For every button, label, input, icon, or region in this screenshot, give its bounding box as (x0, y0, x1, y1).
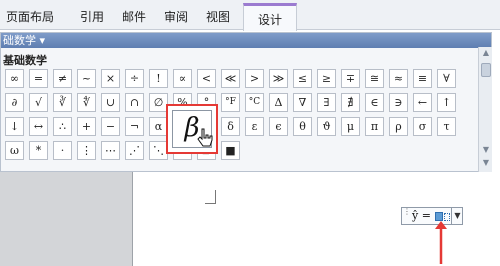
tab-mailings[interactable]: 邮件 (122, 8, 146, 25)
drag-handle-icon[interactable]: ⋮ (403, 208, 411, 222)
symbol-button[interactable]: ∇ (293, 93, 312, 112)
symbol-button[interactable]: − (101, 117, 120, 136)
page-edge (132, 172, 133, 266)
symbol-button[interactable]: * (29, 141, 48, 160)
tab-design[interactable]: 设计 (243, 3, 298, 31)
symbol-button[interactable]: ≠ (53, 69, 72, 88)
margin-corner-mark (205, 190, 216, 204)
ribbon-tab-bar: 页面布局 引用 邮件 审阅 视图 设计 (0, 0, 500, 31)
symbol-button[interactable]: ∀ (437, 69, 456, 88)
symbol-button[interactable]: ↓ (5, 117, 24, 136)
symbol-button[interactable]: ⋯ (101, 141, 120, 160)
symbol-button[interactable]: · (53, 141, 72, 160)
symbol-button[interactable]: ← (413, 93, 432, 112)
symbol-button[interactable]: ↑ (437, 93, 456, 112)
equation-text[interactable]: ŷ = (412, 209, 431, 222)
symbol-button[interactable]: π (365, 117, 384, 136)
symbol-button[interactable]: ~ (77, 69, 96, 88)
symbol-section-title: 基础数学 (3, 54, 47, 67)
symbol-gallery-panel: 础数学 ▾ 基础数学 ∞ = ≠ ~ × ÷! ∝ < ≪ > ≫ ≤ ≥ ∓ ≅ ≈ ≡ ∀ ∂ √ ∛ ∜ ∪ ∩ ∅% ° °… (0, 32, 492, 172)
symbol-button[interactable]: ϑ (317, 117, 336, 136)
symbol-button[interactable]: √ (29, 93, 48, 112)
symbol-button[interactable]: ϵ (269, 117, 288, 136)
symbol-button[interactable]: Δ (269, 93, 288, 112)
symbol-button[interactable]: ∝ (173, 69, 192, 88)
symbol-button[interactable]: ε (245, 117, 264, 136)
symbol-button[interactable]: ∞ (5, 69, 24, 88)
scroll-thumb[interactable] (481, 63, 491, 77)
symbol-button[interactable]: × (101, 69, 120, 88)
symbol-category-label: 础数学 (3, 34, 36, 47)
symbol-button[interactable]: ∜ (77, 93, 96, 112)
symbol-button[interactable]: ÷ (125, 69, 144, 88)
tab-review[interactable]: 审阅 (164, 8, 188, 25)
symbol-button[interactable]: μ (341, 117, 360, 136)
symbol-button[interactable]: > (245, 69, 264, 88)
symbol-button[interactable]: θ (293, 117, 312, 136)
symbol-button[interactable]: ∈ (365, 93, 384, 112)
symbol-button[interactable]: ≈ (389, 69, 408, 88)
symbol-button[interactable]: < (197, 69, 216, 88)
symbol-button[interactable]: ∄ (341, 93, 360, 112)
hand-cursor-icon (197, 128, 213, 147)
symbol-button[interactable]: ≅ (365, 69, 384, 88)
tab-page-layout[interactable]: 页面布局 (6, 8, 54, 25)
scroll-up-icon[interactable]: ▲ (481, 48, 491, 57)
symbol-button[interactable]: τ (437, 117, 456, 136)
tab-view[interactable]: 视图 (206, 8, 230, 25)
symbol-button[interactable]: σ (413, 117, 432, 136)
symbol-magnifier: β (166, 104, 218, 154)
symbol-button[interactable]: ⋰ (125, 141, 144, 160)
symbol-button[interactable]: ∓ (341, 69, 360, 88)
symbol-button[interactable]: ! (149, 69, 168, 88)
gallery-scrollbar[interactable]: ▲ ▼ ▼ (478, 47, 492, 172)
equation-object[interactable]: ⋮ ŷ = ▼ (401, 207, 463, 225)
symbol-button[interactable]: ⋮ (77, 141, 96, 160)
symbol-button[interactable]: ∂ (5, 93, 24, 112)
equation-options-chevron-icon[interactable]: ▼ (451, 208, 463, 224)
symbol-button[interactable]: ∃ (317, 93, 336, 112)
symbol-button[interactable]: ω (5, 141, 24, 160)
symbol-button[interactable]: ≤ (293, 69, 312, 88)
symbol-button[interactable]: ≪ (221, 69, 240, 88)
symbol-category-selector[interactable]: 础数学 ▾ (1, 33, 491, 48)
symbol-button[interactable]: ≡ (413, 69, 432, 88)
symbol-button[interactable]: ρ (389, 117, 408, 136)
symbol-button[interactable]: ∩ (125, 93, 144, 112)
scroll-down-icon[interactable]: ▼ (481, 145, 491, 154)
symbol-button[interactable]: ∪ (101, 93, 120, 112)
symbol-button[interactable]: ∛ (53, 93, 72, 112)
chevron-down-icon: ▾ (39, 34, 46, 47)
document-gutter (0, 172, 132, 266)
symbol-button[interactable]: ≫ (269, 69, 288, 88)
symbol-button[interactable]: °C (245, 93, 264, 112)
symbol-button[interactable]: ∴ (53, 117, 72, 136)
symbol-button[interactable]: = (29, 69, 48, 88)
symbol-button[interactable]: ¬ (125, 117, 144, 136)
red-arrow-indicator-icon (435, 221, 447, 264)
symbol-button[interactable]: °F (221, 93, 240, 112)
symbol-button[interactable]: ■ (221, 141, 240, 160)
tab-references[interactable]: 引用 (80, 8, 104, 25)
gallery-expand-icon[interactable]: ▼ (481, 158, 491, 167)
symbol-button[interactable]: ↔ (29, 117, 48, 136)
symbol-button[interactable]: ∋ (389, 93, 408, 112)
symbol-button[interactable]: δ (221, 117, 240, 136)
symbol-button[interactable]: + (77, 117, 96, 136)
symbol-button[interactable]: ≥ (317, 69, 336, 88)
